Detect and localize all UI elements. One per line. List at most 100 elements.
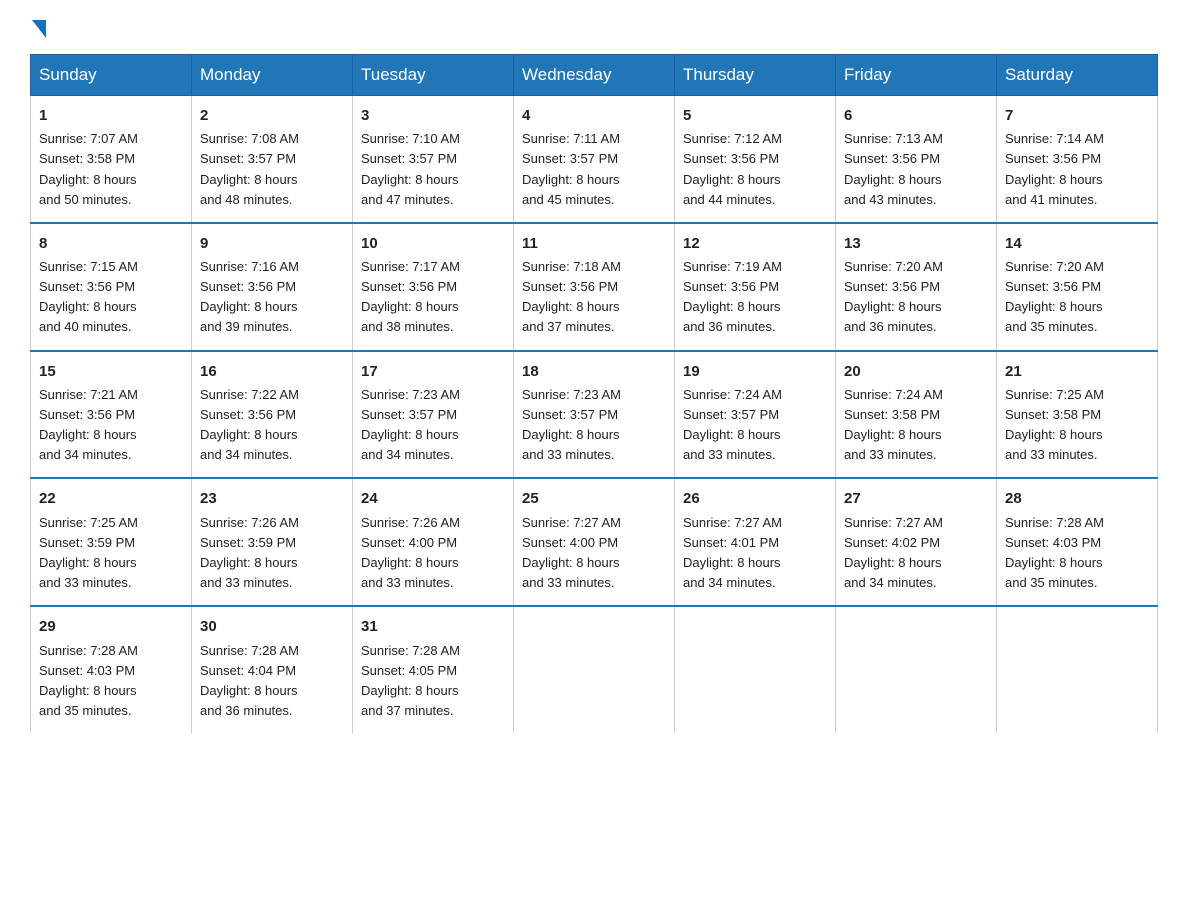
calendar-cell: 18Sunrise: 7:23 AMSunset: 3:57 PMDayligh… bbox=[514, 351, 675, 479]
calendar-cell bbox=[675, 606, 836, 733]
day-number: 26 bbox=[683, 487, 827, 510]
calendar-cell bbox=[514, 606, 675, 733]
day-number: 7 bbox=[1005, 104, 1149, 127]
day-number: 25 bbox=[522, 487, 666, 510]
calendar-cell: 26Sunrise: 7:27 AMSunset: 4:01 PMDayligh… bbox=[675, 478, 836, 606]
calendar-week-row: 1Sunrise: 7:07 AMSunset: 3:58 PMDaylight… bbox=[31, 96, 1158, 223]
day-number: 28 bbox=[1005, 487, 1149, 510]
header-cell-sunday: Sunday bbox=[31, 55, 192, 96]
day-info: Sunrise: 7:28 AMSunset: 4:05 PMDaylight:… bbox=[361, 641, 505, 722]
calendar-week-row: 15Sunrise: 7:21 AMSunset: 3:56 PMDayligh… bbox=[31, 351, 1158, 479]
day-number: 18 bbox=[522, 360, 666, 383]
header-cell-tuesday: Tuesday bbox=[353, 55, 514, 96]
calendar-cell: 21Sunrise: 7:25 AMSunset: 3:58 PMDayligh… bbox=[997, 351, 1158, 479]
day-number: 21 bbox=[1005, 360, 1149, 383]
day-info: Sunrise: 7:23 AMSunset: 3:57 PMDaylight:… bbox=[361, 385, 505, 466]
day-number: 15 bbox=[39, 360, 183, 383]
day-info: Sunrise: 7:23 AMSunset: 3:57 PMDaylight:… bbox=[522, 385, 666, 466]
day-number: 22 bbox=[39, 487, 183, 510]
calendar-cell: 29Sunrise: 7:28 AMSunset: 4:03 PMDayligh… bbox=[31, 606, 192, 733]
day-number: 13 bbox=[844, 232, 988, 255]
day-number: 23 bbox=[200, 487, 344, 510]
header-cell-wednesday: Wednesday bbox=[514, 55, 675, 96]
day-info: Sunrise: 7:19 AMSunset: 3:56 PMDaylight:… bbox=[683, 257, 827, 338]
day-number: 17 bbox=[361, 360, 505, 383]
day-number: 6 bbox=[844, 104, 988, 127]
calendar-cell: 9Sunrise: 7:16 AMSunset: 3:56 PMDaylight… bbox=[192, 223, 353, 351]
calendar-cell bbox=[836, 606, 997, 733]
calendar-cell: 30Sunrise: 7:28 AMSunset: 4:04 PMDayligh… bbox=[192, 606, 353, 733]
day-number: 2 bbox=[200, 104, 344, 127]
calendar-table: SundayMondayTuesdayWednesdayThursdayFrid… bbox=[30, 54, 1158, 733]
calendar-cell: 4Sunrise: 7:11 AMSunset: 3:57 PMDaylight… bbox=[514, 96, 675, 223]
day-info: Sunrise: 7:26 AMSunset: 3:59 PMDaylight:… bbox=[200, 513, 344, 594]
day-number: 24 bbox=[361, 487, 505, 510]
day-info: Sunrise: 7:14 AMSunset: 3:56 PMDaylight:… bbox=[1005, 129, 1149, 210]
calendar-cell: 28Sunrise: 7:28 AMSunset: 4:03 PMDayligh… bbox=[997, 478, 1158, 606]
calendar-cell: 2Sunrise: 7:08 AMSunset: 3:57 PMDaylight… bbox=[192, 96, 353, 223]
day-info: Sunrise: 7:16 AMSunset: 3:56 PMDaylight:… bbox=[200, 257, 344, 338]
calendar-week-row: 29Sunrise: 7:28 AMSunset: 4:03 PMDayligh… bbox=[31, 606, 1158, 733]
calendar-cell: 7Sunrise: 7:14 AMSunset: 3:56 PMDaylight… bbox=[997, 96, 1158, 223]
day-info: Sunrise: 7:25 AMSunset: 3:58 PMDaylight:… bbox=[1005, 385, 1149, 466]
day-number: 5 bbox=[683, 104, 827, 127]
day-info: Sunrise: 7:24 AMSunset: 3:58 PMDaylight:… bbox=[844, 385, 988, 466]
day-info: Sunrise: 7:27 AMSunset: 4:00 PMDaylight:… bbox=[522, 513, 666, 594]
day-number: 9 bbox=[200, 232, 344, 255]
day-info: Sunrise: 7:07 AMSunset: 3:58 PMDaylight:… bbox=[39, 129, 183, 210]
day-info: Sunrise: 7:21 AMSunset: 3:56 PMDaylight:… bbox=[39, 385, 183, 466]
calendar-cell: 13Sunrise: 7:20 AMSunset: 3:56 PMDayligh… bbox=[836, 223, 997, 351]
day-info: Sunrise: 7:24 AMSunset: 3:57 PMDaylight:… bbox=[683, 385, 827, 466]
calendar-cell: 12Sunrise: 7:19 AMSunset: 3:56 PMDayligh… bbox=[675, 223, 836, 351]
day-number: 27 bbox=[844, 487, 988, 510]
calendar-cell: 1Sunrise: 7:07 AMSunset: 3:58 PMDaylight… bbox=[31, 96, 192, 223]
day-info: Sunrise: 7:27 AMSunset: 4:02 PMDaylight:… bbox=[844, 513, 988, 594]
calendar-cell: 20Sunrise: 7:24 AMSunset: 3:58 PMDayligh… bbox=[836, 351, 997, 479]
logo-arrow-icon bbox=[32, 20, 46, 38]
day-info: Sunrise: 7:12 AMSunset: 3:56 PMDaylight:… bbox=[683, 129, 827, 210]
header-cell-saturday: Saturday bbox=[997, 55, 1158, 96]
calendar-cell: 22 Sunrise: 7:25 AMSunset: 3:59 PMDayligh… bbox=[31, 478, 192, 606]
calendar-cell: 8Sunrise: 7:15 AMSunset: 3:56 PMDaylight… bbox=[31, 223, 192, 351]
day-number: 16 bbox=[200, 360, 344, 383]
calendar-cell bbox=[997, 606, 1158, 733]
calendar-cell: 31 Sunrise: 7:28 AMSunset: 4:05 PMDayligh… bbox=[353, 606, 514, 733]
day-number: 31 bbox=[361, 615, 505, 638]
header-cell-monday: Monday bbox=[192, 55, 353, 96]
day-info: Sunrise: 7:28 AMSunset: 4:04 PMDaylight:… bbox=[200, 641, 344, 722]
day-info: Sunrise: 7:20 AMSunset: 3:56 PMDaylight:… bbox=[844, 257, 988, 338]
day-number: 1 bbox=[39, 104, 183, 127]
day-info: Sunrise: 7:22 AMSunset: 3:56 PMDaylight:… bbox=[200, 385, 344, 466]
day-number: 12 bbox=[683, 232, 827, 255]
day-number: 4 bbox=[522, 104, 666, 127]
day-info: Sunrise: 7:20 AMSunset: 3:56 PMDaylight:… bbox=[1005, 257, 1149, 338]
day-number: 10 bbox=[361, 232, 505, 255]
day-number: 14 bbox=[1005, 232, 1149, 255]
day-number: 3 bbox=[361, 104, 505, 127]
day-info: Sunrise: 7:26 AMSunset: 4:00 PMDaylight:… bbox=[361, 513, 505, 594]
day-number: 8 bbox=[39, 232, 183, 255]
day-info: Sunrise: 7:13 AMSunset: 3:56 PMDaylight:… bbox=[844, 129, 988, 210]
page-header bbox=[30, 20, 1158, 38]
calendar-cell: 14Sunrise: 7:20 AMSunset: 3:56 PMDayligh… bbox=[997, 223, 1158, 351]
day-info: Sunrise: 7:11 AMSunset: 3:57 PMDaylight:… bbox=[522, 129, 666, 210]
day-number: 20 bbox=[844, 360, 988, 383]
calendar-cell: 16Sunrise: 7:22 AMSunset: 3:56 PMDayligh… bbox=[192, 351, 353, 479]
logo bbox=[30, 20, 48, 38]
calendar-cell: 5Sunrise: 7:12 AMSunset: 3:56 PMDaylight… bbox=[675, 96, 836, 223]
day-number: 19 bbox=[683, 360, 827, 383]
calendar-cell: 27 Sunrise: 7:27 AMSunset: 4:02 PMDayligh… bbox=[836, 478, 997, 606]
day-info: Sunrise: 7:15 AMSunset: 3:56 PMDaylight:… bbox=[39, 257, 183, 338]
day-info: Sunrise: 7:10 AMSunset: 3:57 PMDaylight:… bbox=[361, 129, 505, 210]
calendar-cell: 24 Sunrise: 7:26 AMSunset: 4:00 PMDayligh… bbox=[353, 478, 514, 606]
calendar-cell: 23 Sunrise: 7:26 AMSunset: 3:59 PMDayligh… bbox=[192, 478, 353, 606]
day-info: Sunrise: 7:28 AMSunset: 4:03 PMDaylight:… bbox=[39, 641, 183, 722]
calendar-cell: 25 Sunrise: 7:27 AMSunset: 4:00 PMDayligh… bbox=[514, 478, 675, 606]
calendar-cell: 3Sunrise: 7:10 AMSunset: 3:57 PMDaylight… bbox=[353, 96, 514, 223]
calendar-cell: 11Sunrise: 7:18 AMSunset: 3:56 PMDayligh… bbox=[514, 223, 675, 351]
header-cell-thursday: Thursday bbox=[675, 55, 836, 96]
calendar-week-row: 8Sunrise: 7:15 AMSunset: 3:56 PMDaylight… bbox=[31, 223, 1158, 351]
day-number: 11 bbox=[522, 232, 666, 255]
day-info: Sunrise: 7:25 AMSunset: 3:59 PMDaylight:… bbox=[39, 513, 183, 594]
day-info: Sunrise: 7:17 AMSunset: 3:56 PMDaylight:… bbox=[361, 257, 505, 338]
